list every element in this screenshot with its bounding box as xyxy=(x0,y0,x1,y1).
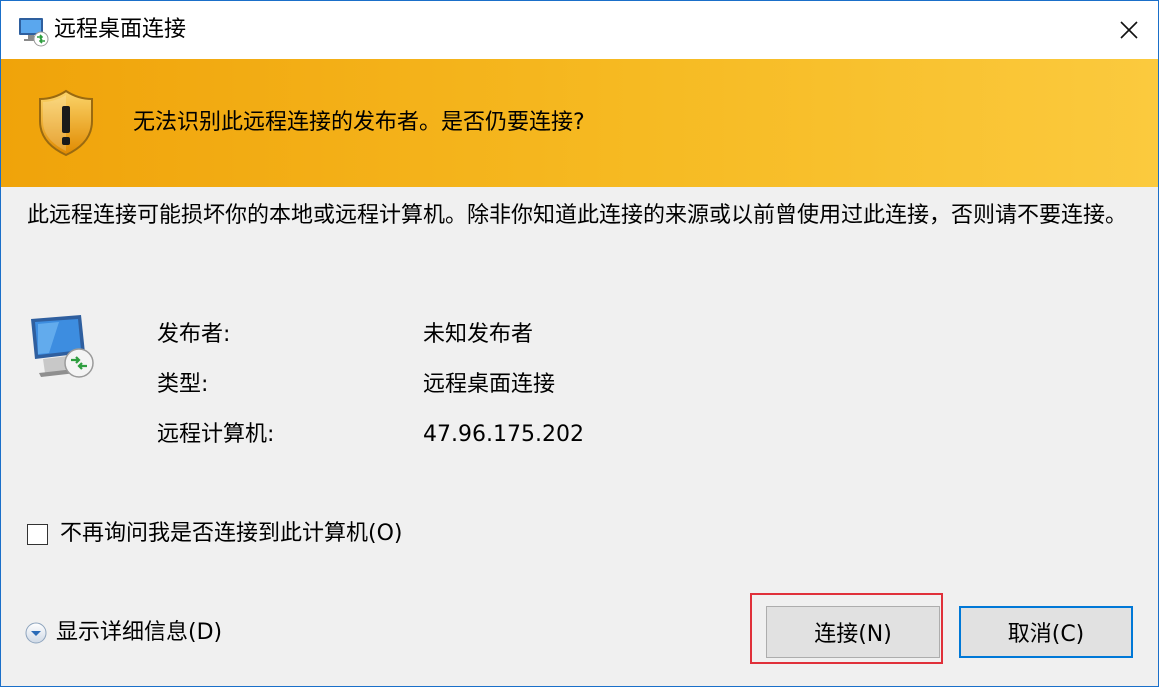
remote-desktop-dialog: 远程桌面连接 无法识别此远程连接的发布者。是否仍要连接? 此远程连接可能损坏你的… xyxy=(0,0,1159,687)
close-button[interactable] xyxy=(1100,1,1158,59)
remote-desktop-icon xyxy=(29,313,95,381)
show-details-label[interactable]: 显示详细信息(D) xyxy=(56,618,222,648)
window-title: 远程桌面连接 xyxy=(54,17,187,42)
title-bar: 远程桌面连接 xyxy=(1,1,1158,59)
warning-banner: 无法识别此远程连接的发布者。是否仍要连接? xyxy=(1,59,1158,187)
dont-ask-again-checkbox-row[interactable]: 不再询问我是否连接到此计算机(O) xyxy=(27,519,402,549)
show-details-toggle[interactable]: 显示详细信息(D) xyxy=(25,618,222,648)
banner-message: 无法识别此远程连接的发布者。是否仍要连接? xyxy=(133,110,585,135)
dont-ask-again-checkbox[interactable] xyxy=(27,523,48,545)
close-icon xyxy=(1120,21,1138,39)
remote-desktop-app-icon xyxy=(17,15,49,47)
chevron-down-icon[interactable] xyxy=(25,622,47,644)
warning-description: 此远程连接可能损坏你的本地或远程计算机。除非你知道此连接的来源或以前曾使用过此连… xyxy=(27,203,1128,228)
publisher-value: 未知发布者 xyxy=(423,322,534,347)
type-label: 类型: xyxy=(157,372,209,397)
warning-shield-icon xyxy=(37,89,95,157)
connect-button[interactable]: 连接(N) xyxy=(766,606,940,658)
remote-computer-label: 远程计算机: xyxy=(157,422,275,447)
remote-computer-value: 47.96.175.202 xyxy=(423,422,584,447)
type-value: 远程桌面连接 xyxy=(423,372,556,397)
publisher-label: 发布者: xyxy=(157,322,231,347)
dont-ask-again-label[interactable]: 不再询问我是否连接到此计算机(O) xyxy=(60,519,402,549)
cancel-button[interactable]: 取消(C) xyxy=(959,606,1133,658)
